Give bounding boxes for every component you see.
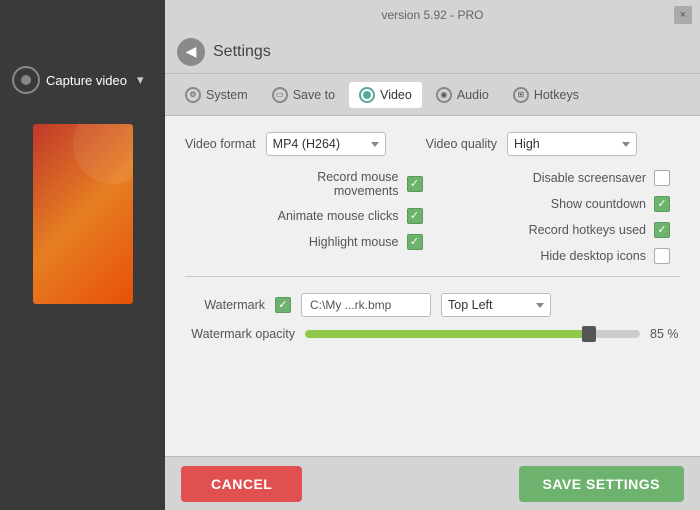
tab-save-to[interactable]: ▭ Save to xyxy=(262,82,345,108)
section-divider xyxy=(185,276,680,277)
record-mouse-row: Record mousemovements xyxy=(317,170,422,198)
video-quality-label: Video quality xyxy=(426,137,497,151)
main-panel: version 5.92 - PRO × ◀ Settings ⚙ System… xyxy=(165,0,700,510)
watermark-row: Watermark C:\My ...rk.bmp Top Left xyxy=(185,293,680,317)
back-button[interactable]: ◀ xyxy=(177,38,205,66)
bottom-bar: CANCEL SAVE SETTINGS xyxy=(165,456,700,510)
capture-label: Capture video xyxy=(46,73,127,88)
opacity-thumb[interactable] xyxy=(582,326,596,342)
tab-video-label: Video xyxy=(380,88,412,102)
save-tab-icon: ▭ xyxy=(272,87,288,103)
tab-save-label: Save to xyxy=(293,88,335,102)
video-quality-value: High xyxy=(514,137,616,151)
video-format-arrow xyxy=(371,142,379,147)
video-quality-select[interactable]: High xyxy=(507,132,637,156)
tab-hotkeys-label: Hotkeys xyxy=(534,88,579,102)
disable-screensaver-checkbox[interactable] xyxy=(654,170,670,186)
show-countdown-checkbox[interactable] xyxy=(654,196,670,212)
opacity-row: Watermark opacity 85 % xyxy=(185,327,680,341)
capture-dropdown-arrow[interactable]: ▾ xyxy=(137,72,144,88)
content-area: Video format MP4 (H264) Video quality Hi… xyxy=(165,116,700,456)
record-hotkeys-checkbox[interactable] xyxy=(654,222,670,238)
disable-screensaver-row: Disable screensaver xyxy=(533,170,670,186)
watermark-checkbox[interactable] xyxy=(275,297,291,313)
sidebar-thumbnail xyxy=(33,124,133,304)
cancel-button[interactable]: CANCEL xyxy=(181,466,302,502)
opacity-label: Watermark opacity xyxy=(185,327,295,341)
show-countdown-row: Show countdown xyxy=(551,196,670,212)
close-button[interactable]: × xyxy=(674,6,692,24)
save-button[interactable]: SAVE SETTINGS xyxy=(519,466,684,502)
hide-desktop-label: Hide desktop icons xyxy=(540,249,646,263)
version-text: version 5.92 - PRO xyxy=(381,8,483,22)
video-format-label: Video format xyxy=(185,137,256,151)
opacity-slider[interactable] xyxy=(305,330,640,338)
capture-circle-icon xyxy=(12,66,40,94)
watermark-path[interactable]: C:\My ...rk.bmp xyxy=(301,293,431,317)
watermark-position-arrow xyxy=(536,303,544,308)
audio-tab-icon: ◉ xyxy=(436,87,452,103)
record-mouse-checkbox[interactable] xyxy=(407,176,423,192)
watermark-label: Watermark xyxy=(185,298,265,312)
animate-mouse-checkbox[interactable] xyxy=(407,208,423,224)
tab-video[interactable]: Video xyxy=(349,82,422,108)
video-format-select[interactable]: MP4 (H264) xyxy=(266,132,386,156)
highlight-mouse-label: Highlight mouse xyxy=(309,235,399,249)
hotkeys-tab-icon: ⊞ xyxy=(513,87,529,103)
capture-video-control[interactable]: Capture video ▾ xyxy=(0,66,165,94)
format-quality-row: Video format MP4 (H264) Video quality Hi… xyxy=(185,132,680,156)
video-tab-icon xyxy=(359,87,375,103)
hide-desktop-row: Hide desktop icons xyxy=(540,248,670,264)
video-format-value: MP4 (H264) xyxy=(273,137,365,151)
settings-title: Settings xyxy=(213,43,271,61)
tab-hotkeys[interactable]: ⊞ Hotkeys xyxy=(503,82,589,108)
animate-mouse-row: Animate mouse clicks xyxy=(278,208,423,224)
record-hotkeys-row: Record hotkeys used xyxy=(529,222,670,238)
tab-system-label: System xyxy=(206,88,248,102)
back-icon: ◀ xyxy=(186,43,197,60)
system-tab-icon: ⚙ xyxy=(185,87,201,103)
record-mouse-label: Record mousemovements xyxy=(317,170,398,198)
animate-mouse-label: Animate mouse clicks xyxy=(278,209,399,223)
titlebar: version 5.92 - PRO × xyxy=(165,0,700,30)
tabs-bar: ⚙ System ▭ Save to Video ◉ Audio ⊞ Hotke… xyxy=(165,74,700,116)
tab-audio[interactable]: ◉ Audio xyxy=(426,82,499,108)
hide-desktop-checkbox[interactable] xyxy=(654,248,670,264)
show-countdown-label: Show countdown xyxy=(551,197,646,211)
record-hotkeys-label: Record hotkeys used xyxy=(529,223,646,237)
watermark-position-select[interactable]: Top Left xyxy=(441,293,551,317)
watermark-position-value: Top Left xyxy=(448,298,530,312)
highlight-mouse-row: Highlight mouse xyxy=(309,234,423,250)
disable-screensaver-label: Disable screensaver xyxy=(533,171,646,185)
tab-audio-label: Audio xyxy=(457,88,489,102)
settings-header: ◀ Settings xyxy=(165,30,700,74)
highlight-mouse-checkbox[interactable] xyxy=(407,234,423,250)
opacity-value: 85 % xyxy=(650,327,680,341)
video-quality-arrow xyxy=(622,142,630,147)
tab-system[interactable]: ⚙ System xyxy=(175,82,258,108)
sidebar: ▶ Capture video ▾ xyxy=(0,0,165,510)
